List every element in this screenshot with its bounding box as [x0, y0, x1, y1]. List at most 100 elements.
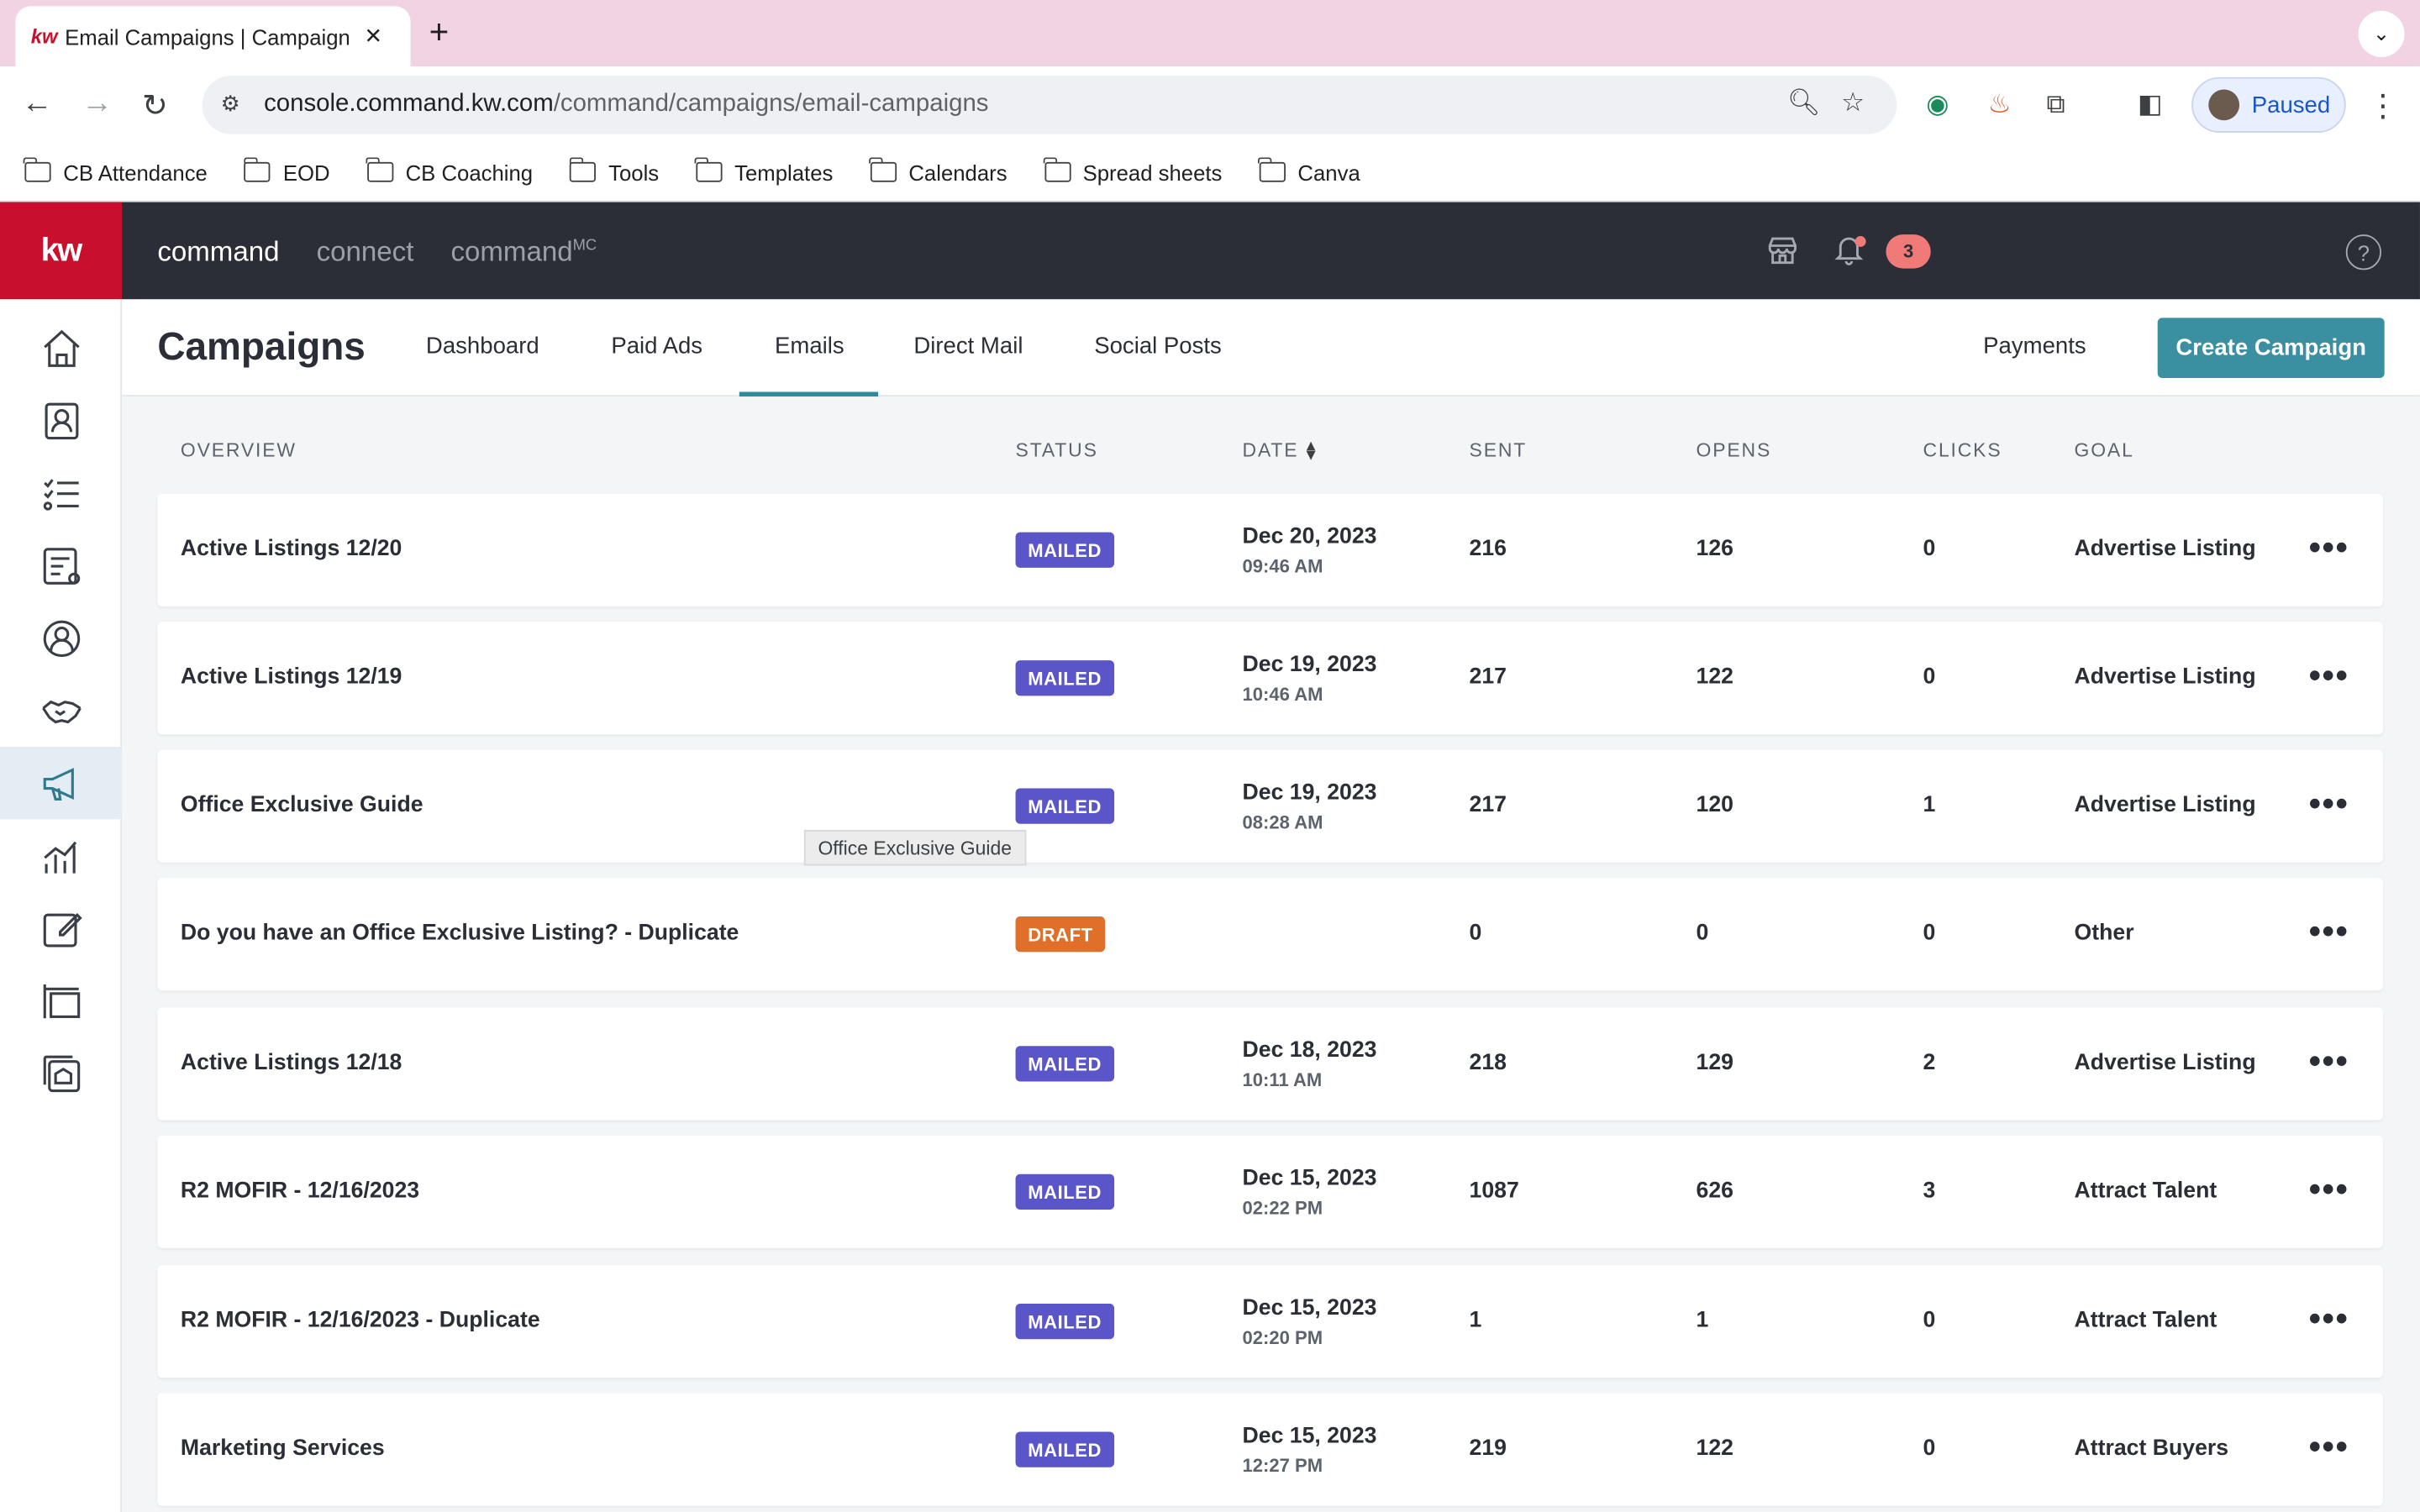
sidebar-item-tasks[interactable] [0, 457, 122, 529]
url-text: console.command.kw.com/command/campaigns… [264, 91, 988, 118]
row-menu-icon[interactable]: ••• [2309, 911, 2349, 952]
bookmark-folder[interactable]: CB Attendance [24, 157, 208, 185]
row-menu-icon[interactable]: ••• [2309, 1042, 2349, 1082]
notification-count-badge[interactable]: 3 [1886, 234, 1931, 269]
tab-emails[interactable]: Emails [775, 333, 844, 360]
table-row[interactable]: Active Listings 12/20 MAILED Dec 20, 202… [157, 493, 2383, 606]
table-row[interactable]: Do you have an Office Exclusive Listing?… [157, 878, 2383, 991]
forward-icon[interactable]: → [82, 87, 113, 122]
back-icon[interactable]: ← [22, 87, 53, 122]
row-menu-icon[interactable]: ••• [2309, 528, 2349, 568]
fire-extension-icon[interactable]: ♨ [1988, 90, 2012, 121]
close-icon[interactable]: ✕ [364, 24, 382, 50]
nav-command-mc[interactable]: commandMC [450, 236, 597, 269]
header-overview: OVERVIEW [180, 439, 297, 462]
browser-tab[interactable]: kw Email Campaigns | Campaigns ✕ [15, 6, 411, 66]
sidebar-item-profile[interactable] [0, 601, 122, 674]
campaign-date: Dec 19, 2023 [1242, 780, 1377, 806]
grammarly-icon[interactable]: ◉ [1926, 90, 1949, 121]
tab-direct-mail[interactable]: Direct Mail [913, 333, 1023, 360]
campaign-name[interactable]: Active Listings 12/20 [181, 537, 402, 561]
create-campaign-button[interactable]: Create Campaign [2157, 318, 2385, 378]
sent-count: 218 [1469, 1050, 1507, 1076]
campaign-name[interactable]: Do you have an Office Exclusive Listing?… [181, 921, 739, 946]
bookmark-folder[interactable]: Calendars [869, 157, 1007, 184]
tab-social-posts[interactable]: Social Posts [1094, 333, 1222, 360]
home-icon [43, 328, 79, 366]
help-icon[interactable]: ? [2345, 234, 2382, 270]
chevron-down-icon[interactable]: ⌄ [2358, 10, 2405, 57]
site-info-icon[interactable]: ⚙ [221, 91, 240, 117]
bookmark-label: CB Attendance [63, 160, 208, 185]
bar-chart-icon [43, 840, 76, 873]
campaign-goal: Attract Buyers [2074, 1436, 2229, 1462]
header-date[interactable]: DATE ▲ ▼ [1242, 438, 1320, 463]
bookmark-folder[interactable]: CB Coaching [366, 157, 533, 184]
payments-link[interactable]: Payments [1983, 333, 2086, 360]
tab-title: Email Campaigns | Campaigns [65, 24, 350, 49]
table-row[interactable]: Active Listings 12/19 MAILED Dec 19, 202… [157, 622, 2383, 735]
sidebar-item-insights[interactable] [0, 819, 122, 891]
row-menu-icon[interactable]: ••• [2309, 1427, 2349, 1467]
sort-icon[interactable]: ▲ ▼ [1303, 438, 1320, 463]
table-header: OVERVIEW STATUS DATE ▲ ▼ SENT OPENS CLICKS… [0, 438, 2420, 464]
reload-icon[interactable]: ↻ [142, 87, 168, 125]
table-row[interactable]: R2 MOFIR - 12/16/2023 - Duplicate MAILED… [157, 1265, 2383, 1378]
table-row[interactable]: R2 MOFIR - 12/16/2023 MAILED Dec 15, 202… [157, 1135, 2383, 1248]
browser-toolbar: ← → ↻ ⚙ console.command.kw.com/command/c… [0, 66, 2420, 144]
clicks-count: 0 [1923, 664, 1936, 690]
tab-paid-ads[interactable]: Paid Ads [611, 333, 702, 360]
nav-command[interactable]: command [157, 236, 279, 269]
row-menu-icon[interactable]: ••• [2309, 1299, 2349, 1340]
row-menu-icon[interactable]: ••• [2309, 656, 2349, 696]
extensions-icon[interactable]: ⧉ [2046, 90, 2065, 121]
sidebar-item-opportunities[interactable] [0, 675, 122, 747]
star-icon[interactable]: ☆ [1841, 88, 1865, 119]
new-tab-icon[interactable]: + [429, 13, 450, 53]
browser-menu-icon[interactable]: ⋮ [2367, 87, 2398, 125]
campaign-name[interactable]: Marketing Services [181, 1436, 385, 1461]
nav-connect[interactable]: connect [317, 236, 414, 269]
zoom-icon[interactable]: 🔍︎ [1787, 88, 1821, 119]
table-row[interactable]: Office Exclusive Guide MAILED Dec 19, 20… [157, 749, 2383, 863]
row-menu-icon[interactable]: ••• [2309, 1169, 2349, 1210]
campaign-goal: Attract Talent [2074, 1308, 2217, 1333]
store-icon[interactable] [1765, 233, 1799, 276]
bookmark-folder[interactable]: Spread sheets [1043, 157, 1222, 184]
header-date-label: DATE [1242, 439, 1299, 462]
campaign-time: 09:46 AM [1242, 555, 1323, 577]
clicks-count: 1 [1923, 793, 1936, 818]
nav-command-mc-label: command [450, 236, 573, 267]
address-bar[interactable]: ⚙ console.command.kw.com/command/campaig… [202, 75, 1897, 134]
tab-dashboard[interactable]: Dashboard [426, 333, 539, 360]
folder-icon [569, 157, 597, 182]
bookmark-folder[interactable]: Templates [695, 157, 833, 184]
profile-button[interactable]: Paused [2191, 76, 2346, 133]
campaign-name[interactable]: Active Listings 12/18 [181, 1051, 402, 1075]
folder-icon [24, 157, 51, 182]
bookmark-folder[interactable]: Tools [569, 157, 659, 184]
campaign-name[interactable]: Office Exclusive Guide [181, 793, 424, 817]
status-badge: MAILED [1015, 1304, 1114, 1340]
table-row[interactable]: Active Listings 12/18 MAILED Dec 18, 202… [157, 1007, 2383, 1121]
campaign-name[interactable]: R2 MOFIR - 12/16/2023 [181, 1179, 419, 1203]
sidebar-item-smartplans[interactable] [0, 529, 122, 601]
kw-logo[interactable]: kw [0, 202, 123, 300]
row-menu-icon[interactable]: ••• [2309, 784, 2349, 824]
page-title: Campaigns [157, 325, 366, 369]
header-clicks: CLICKS [1923, 439, 2002, 462]
sidebar-item-listings[interactable] [0, 964, 122, 1037]
bookmark-folder[interactable]: Canva [1258, 157, 1360, 184]
side-panel-icon[interactable]: ◧ [2138, 90, 2163, 121]
table-row[interactable]: Marketing Services MAILED Dec 15, 2023 1… [157, 1393, 2383, 1506]
sidebar-item-home[interactable] [0, 312, 122, 384]
sidebar-item-properties[interactable] [0, 1037, 122, 1109]
campaign-name[interactable]: R2 MOFIR - 12/16/2023 - Duplicate [181, 1309, 540, 1333]
campaign-name[interactable]: Active Listings 12/19 [181, 665, 402, 690]
opens-count: 626 [1696, 1179, 1733, 1204]
sidebar-item-designs[interactable] [0, 892, 122, 964]
status-badge: MAILED [1015, 1431, 1114, 1467]
bookmark-folder[interactable]: EOD [243, 157, 330, 184]
header-opens: OPENS [1696, 439, 1772, 462]
sidebar-item-campaigns[interactable] [0, 746, 123, 820]
